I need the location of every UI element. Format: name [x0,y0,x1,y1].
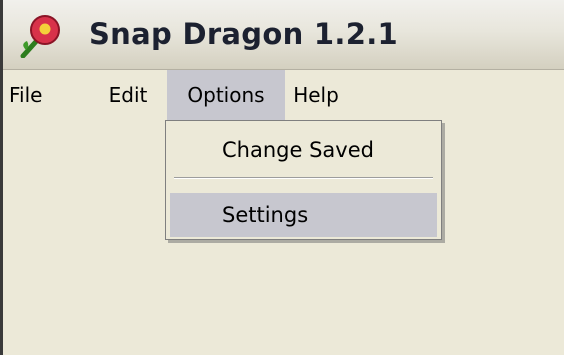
app-window: Snap Dragon 1.2.1 File Edit Options Help… [0,0,564,355]
menu-separator [174,177,433,179]
snapdragon-flower-icon [17,14,63,59]
window-title: Snap Dragon 1.2.1 [89,17,398,51]
menu-file[interactable]: File [3,70,88,120]
menu-item-change-saved[interactable]: Change Saved [170,128,437,172]
menu-options[interactable]: Options [167,70,285,120]
options-dropdown-menu: Change Saved Settings [165,120,442,240]
menu-edit[interactable]: Edit [97,70,159,120]
menu-help[interactable]: Help [285,70,347,120]
title-bar[interactable]: Snap Dragon 1.2.1 [3,0,564,70]
menu-bar: File Edit Options Help [3,70,564,120]
menu-item-settings[interactable]: Settings [170,193,437,237]
